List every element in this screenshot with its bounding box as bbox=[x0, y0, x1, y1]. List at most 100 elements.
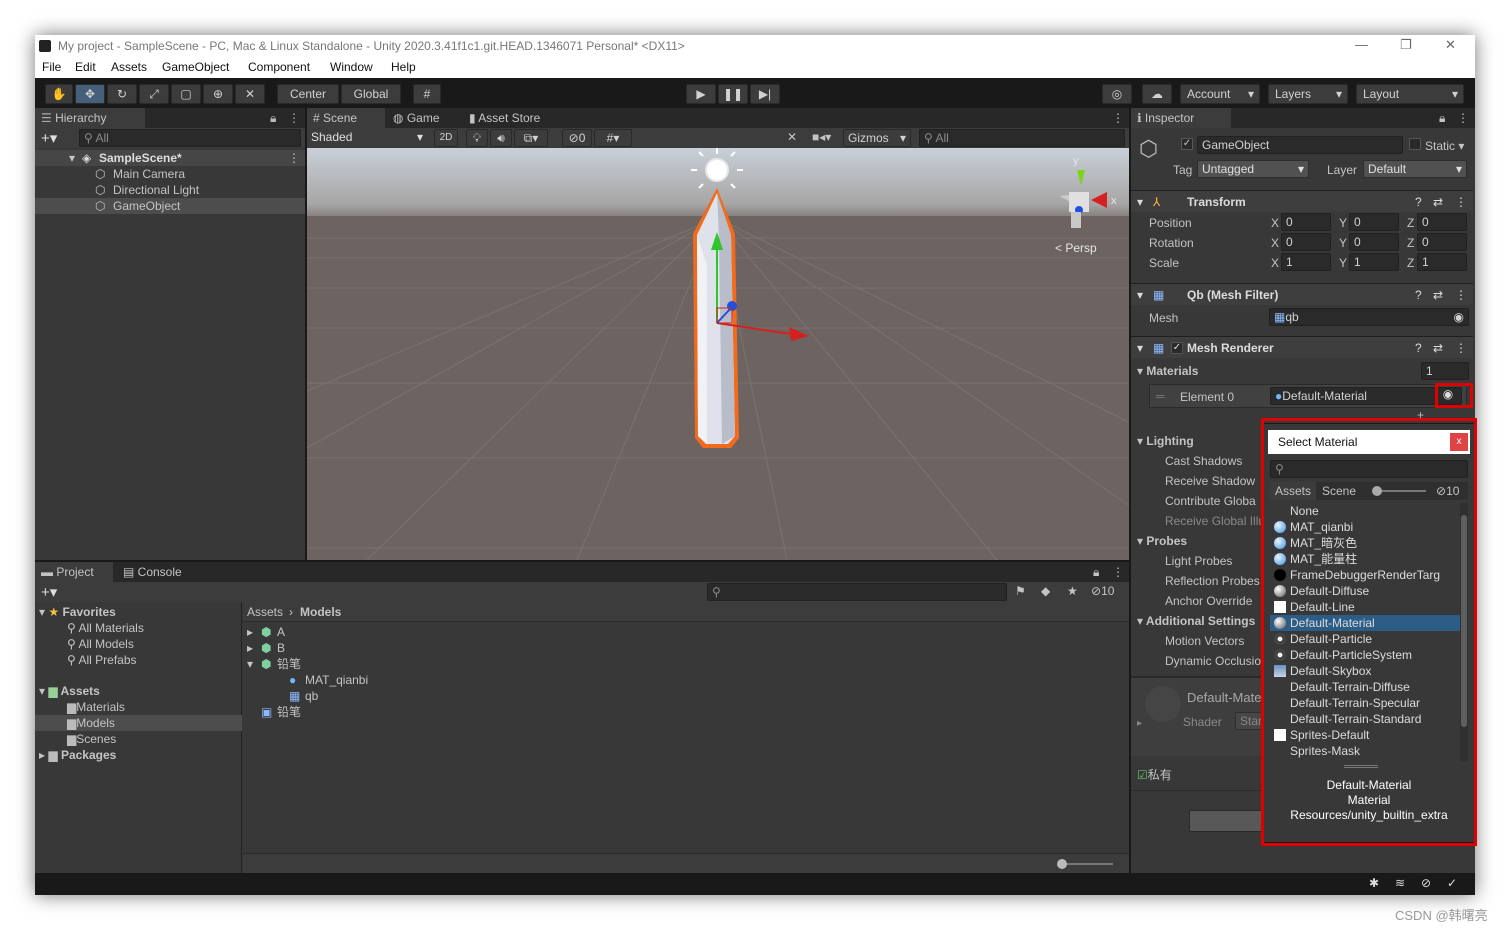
layers-icon[interactable]: ≋ bbox=[1395, 876, 1405, 890]
preset-icon[interactable]: ⇄ bbox=[1433, 284, 1443, 306]
menu-window[interactable]: Window bbox=[330, 60, 373, 74]
kebab-menu-icon[interactable]: ⋮ bbox=[1112, 111, 1124, 125]
preset-icon[interactable]: ⇄ bbox=[1433, 191, 1443, 213]
icon-size-slider-thumb[interactable] bbox=[1057, 859, 1067, 869]
add-icon[interactable]: +▾ bbox=[41, 583, 57, 601]
additional-settings-foldout[interactable]: ▾ Additional Settings bbox=[1137, 614, 1255, 628]
breadcrumb-assets[interactable]: Assets bbox=[247, 605, 283, 619]
folder-scenes[interactable]: ▆Scenes bbox=[67, 731, 116, 747]
scene-viewport[interactable]: y x < Persp bbox=[307, 148, 1129, 560]
axis-z-label[interactable]: Z bbox=[1407, 256, 1414, 270]
favorite-all-models[interactable]: ⚲ All Models bbox=[67, 636, 134, 652]
scene-search-input[interactable]: ⚲ All bbox=[919, 129, 1125, 147]
move-tool-icon[interactable]: ✥ bbox=[75, 84, 105, 104]
auto-generate-icon[interactable]: ✓ bbox=[1447, 876, 1457, 890]
lock-icon[interactable]: 🔒︎ bbox=[1439, 111, 1445, 126]
scale-tool-icon[interactable]: ⤢ bbox=[139, 84, 169, 104]
tab-inspector[interactable]: ℹ Inspector bbox=[1131, 108, 1231, 128]
layer-dropdown[interactable]: Default ▾ bbox=[1363, 160, 1467, 178]
filter-label-icon[interactable]: ◆ bbox=[1041, 584, 1050, 598]
tab-console[interactable]: ▤ Console bbox=[117, 562, 197, 582]
menu-help[interactable]: Help bbox=[391, 60, 416, 74]
private-toggle[interactable]: ☑私有 bbox=[1137, 766, 1172, 783]
axis-y-label[interactable]: Y bbox=[1339, 256, 1347, 270]
transform-position-y-input[interactable]: 0 bbox=[1349, 213, 1399, 231]
transform-scale-z-input[interactable]: 1 bbox=[1417, 253, 1467, 271]
hand-tool-icon[interactable]: ✋ bbox=[45, 84, 73, 104]
project-search-input[interactable]: ⚲ bbox=[707, 583, 1007, 601]
axis-y-label[interactable]: Y bbox=[1339, 236, 1347, 250]
folder-models[interactable]: ▆Models bbox=[35, 715, 242, 731]
lock-icon[interactable]: 🔒︎ bbox=[1093, 565, 1099, 580]
camera-icon[interactable]: ■◂▾ bbox=[812, 130, 831, 144]
file-item[interactable]: ▾ ⬢ 铅笔 bbox=[243, 656, 1123, 672]
static-dropdown[interactable]: Static ▾ bbox=[1425, 139, 1464, 153]
account-dropdown[interactable]: Account ▾ bbox=[1180, 84, 1260, 104]
file-item[interactable]: ● MAT_qianbi bbox=[243, 672, 1123, 688]
favorite-star-icon[interactable]: ★ bbox=[1067, 584, 1078, 598]
preset-icon[interactable]: ⇄ bbox=[1433, 337, 1443, 359]
object-picker-icon[interactable]: ◉ bbox=[1454, 309, 1464, 325]
hierarchy-item-main-camera[interactable]: ⬡ Main Camera bbox=[35, 166, 305, 182]
audio-toggle-icon[interactable]: 🔊︎ bbox=[490, 129, 512, 147]
kebab-menu-icon[interactable]: ⋮ bbox=[1457, 111, 1469, 125]
transform-scale-x-input[interactable]: 1 bbox=[1281, 253, 1331, 271]
folder-materials[interactable]: ▆Materials bbox=[67, 699, 125, 715]
component-menu-icon[interactable]: ⋮ bbox=[1455, 337, 1467, 359]
materials-count-input[interactable]: 1 bbox=[1421, 362, 1469, 380]
gizmos-dropdown[interactable]: Gizmos ▾ bbox=[843, 129, 911, 147]
menu-component[interactable]: Component bbox=[248, 60, 310, 74]
hidden-packages-toggle[interactable]: ⊘10 bbox=[1091, 584, 1114, 598]
axis-z-label[interactable]: Z bbox=[1407, 216, 1414, 230]
transform-rotation-y-input[interactable]: 0 bbox=[1349, 233, 1399, 251]
mesh-object-field[interactable]: ▦qb ◉ bbox=[1269, 308, 1469, 326]
play-button[interactable]: ▶ bbox=[686, 84, 716, 104]
step-button[interactable]: ▶| bbox=[750, 84, 780, 104]
debug-icon[interactable]: ✱ bbox=[1369, 876, 1379, 890]
transform-position-z-input[interactable]: 0 bbox=[1417, 213, 1467, 231]
effects-toggle-icon[interactable]: ⧉▾ bbox=[514, 129, 548, 147]
toggle-2d-button[interactable]: 2D bbox=[434, 129, 458, 147]
axis-x-label[interactable]: X bbox=[1271, 256, 1279, 270]
tab-scene[interactable]: # Scene bbox=[307, 108, 385, 128]
packages-foldout[interactable]: ▸ ▆ Packages bbox=[39, 747, 116, 763]
file-item[interactable]: ▣ 铅笔 bbox=[243, 704, 1123, 720]
collapsed-arrow-icon[interactable]: ▸ bbox=[247, 624, 253, 640]
tab-hierarchy[interactable]: ☰ Hierarchy bbox=[35, 108, 145, 128]
element-0-material-field[interactable]: ●Default-Material bbox=[1270, 387, 1462, 405]
transform-header[interactable]: ▾ ⅄ Transform ? ⇄ ⋮ bbox=[1131, 190, 1473, 212]
renderer-enabled-checkbox[interactable]: ✓ bbox=[1171, 342, 1183, 354]
tools-icon[interactable]: ✕ bbox=[787, 130, 797, 144]
lighting-foldout[interactable]: ▾ Lighting bbox=[1137, 434, 1194, 448]
shading-mode-dropdown[interactable]: Shaded ▾ bbox=[307, 129, 427, 147]
file-item[interactable]: ▸ ⬢ B bbox=[243, 640, 1123, 656]
hierarchy-search-input[interactable]: ⚲ All bbox=[79, 129, 301, 147]
axis-x-label[interactable]: X bbox=[1271, 216, 1279, 230]
axis-z-label[interactable]: Z bbox=[1407, 236, 1414, 250]
close-icon[interactable]: ✕ bbox=[1445, 37, 1456, 53]
kebab-menu-icon[interactable]: ⋮ bbox=[1112, 565, 1124, 579]
filter-type-icon[interactable]: ⚑ bbox=[1015, 584, 1026, 598]
collapsed-arrow-icon[interactable]: ▸ bbox=[247, 640, 253, 656]
materials-foldout[interactable]: ▾ Materials bbox=[1137, 364, 1198, 378]
kebab-menu-icon[interactable]: ⋮ bbox=[288, 111, 300, 125]
component-menu-icon[interactable]: ⋮ bbox=[1455, 284, 1467, 306]
file-item[interactable]: ▦ qb bbox=[243, 688, 1123, 704]
pause-button[interactable]: ❚❚ bbox=[718, 84, 748, 104]
add-icon[interactable]: +▾ bbox=[41, 129, 57, 147]
collab-icon[interactable]: ◎ bbox=[1102, 84, 1132, 104]
projection-label[interactable]: < Persp bbox=[1055, 241, 1097, 255]
menu-file[interactable]: File bbox=[42, 60, 61, 74]
grid-toggle-icon[interactable]: #▾ bbox=[594, 129, 632, 147]
drag-handle-icon[interactable]: ═ bbox=[1156, 389, 1165, 403]
transform-tool-icon[interactable]: ⊕ bbox=[203, 84, 233, 104]
tab-game[interactable]: ◍ Game bbox=[387, 108, 463, 128]
custom-tool-icon[interactable]: ✕ bbox=[235, 84, 265, 104]
help-icon[interactable]: ? bbox=[1415, 337, 1422, 359]
layout-dropdown[interactable]: Layout ▾ bbox=[1356, 84, 1464, 104]
active-checkbox[interactable]: ✓ bbox=[1181, 138, 1193, 150]
menu-gameobject[interactable]: GameObject bbox=[162, 60, 229, 74]
favorite-all-materials[interactable]: ⚲ All Materials bbox=[67, 620, 144, 636]
grid-snap-icon[interactable]: # bbox=[413, 84, 441, 104]
tab-project[interactable]: ▬ Project bbox=[35, 562, 113, 582]
